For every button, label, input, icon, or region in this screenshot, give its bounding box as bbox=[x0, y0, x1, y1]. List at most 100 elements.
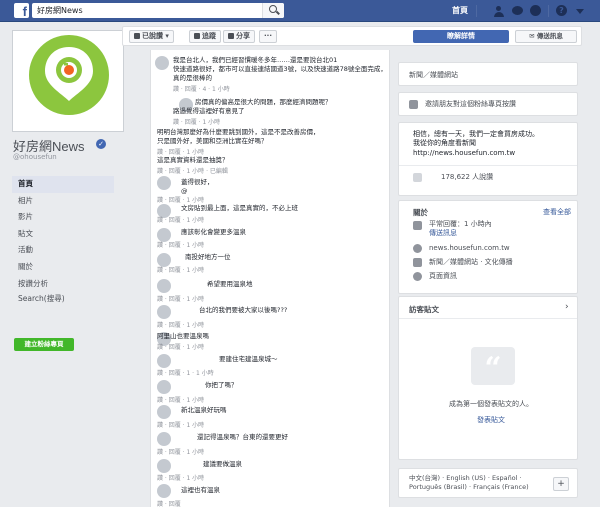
language-list[interactable]: 中文(台灣) · English (US) · Español · Portug… bbox=[409, 474, 549, 492]
page-handle[interactable]: @ohousefun bbox=[13, 153, 57, 161]
avatar[interactable] bbox=[157, 305, 171, 319]
comment-meta[interactable]: 讚 · 回覆 · 1 小時 bbox=[157, 240, 204, 249]
avatar[interactable] bbox=[157, 176, 171, 190]
verified-badge-icon: ✓ bbox=[96, 139, 106, 149]
divider bbox=[399, 318, 577, 319]
add-language-button[interactable]: + bbox=[553, 477, 569, 491]
facebook-logo-icon[interactable]: f bbox=[14, 3, 29, 18]
avatar[interactable] bbox=[157, 432, 171, 446]
page-category[interactable]: 新聞／媒體網站 bbox=[409, 70, 458, 80]
help-icon[interactable] bbox=[556, 5, 568, 17]
website-link[interactable]: news.housefun.com.tw bbox=[429, 244, 510, 253]
info-icon bbox=[413, 272, 422, 281]
location-pin-logo-icon bbox=[45, 47, 93, 101]
category-link[interactable]: 新聞／媒體網站 · 文化傳播 bbox=[429, 258, 513, 267]
comment-text: 快速道路很好，都市可以直接連結國道3號，以及快速道路78號全面完成，真的是很棒的 bbox=[173, 65, 387, 82]
avatar[interactable] bbox=[157, 459, 171, 473]
messages-icon[interactable] bbox=[512, 5, 524, 17]
comment-meta[interactable]: 讚 · 回覆 bbox=[157, 499, 181, 507]
search-button[interactable] bbox=[262, 3, 284, 18]
comment-text: 新北溫泉好玩嗎 bbox=[181, 406, 227, 414]
avatar[interactable] bbox=[157, 279, 171, 293]
about-summary-card: 相信，總有一天，我們一定會買房成功。 我從你的角度看新聞 http://news… bbox=[398, 122, 578, 196]
share-button[interactable]: 分享 bbox=[223, 30, 255, 43]
nav-item-videos[interactable]: 影片 bbox=[12, 209, 114, 226]
nav-item-search[interactable]: Search(搜尋) bbox=[12, 292, 114, 318]
comment-meta[interactable]: 讚 · 回覆 · 1 小時 bbox=[157, 215, 204, 224]
more-button[interactable]: ··· bbox=[259, 30, 277, 43]
top-bar: f 好房網News 首頁 bbox=[0, 0, 600, 22]
create-page-button[interactable]: 建立粉絲專頁 bbox=[14, 338, 74, 351]
about-line: 我從你的角度看新聞 bbox=[413, 139, 476, 147]
profile-picture[interactable] bbox=[12, 30, 124, 132]
send-message-button[interactable]: ✉ 傳送訊息 bbox=[515, 30, 577, 43]
comment-meta[interactable]: 讚 · 回覆 · 1 小時 bbox=[173, 117, 220, 126]
visitor-posts-card: 訪客貼文 › “ 成為第一個發表貼文的人。 發表貼文 bbox=[398, 296, 578, 460]
likes-count[interactable]: 178,622 人說讚 bbox=[441, 173, 493, 182]
invite-friends-link[interactable]: 邀請朋友對這個粉絲專頁按讚 bbox=[425, 100, 516, 109]
comment-text: 南投好地方一位 bbox=[185, 253, 231, 261]
account-menu-icon[interactable] bbox=[574, 5, 586, 17]
comment-text: 應該彰化會變更多溫泉 bbox=[181, 228, 246, 236]
avatar[interactable] bbox=[155, 56, 169, 70]
avatar[interactable] bbox=[157, 380, 171, 394]
learn-more-button[interactable]: 瞭解詳情 bbox=[413, 30, 509, 43]
visitor-posts-heading: 訪客貼文 bbox=[409, 305, 439, 314]
website-url[interactable]: http://news.housefun.com.tw bbox=[413, 149, 515, 158]
language-card: 中文(台灣) · English (US) · Español · Portug… bbox=[398, 468, 578, 498]
comment-meta[interactable]: 讚 · 回覆 · 1 小時 · 已編輯 bbox=[157, 166, 228, 175]
quote-icon: “ bbox=[471, 347, 515, 386]
comment-meta[interactable]: 讚 · 回覆 · 1 小時 bbox=[157, 342, 204, 351]
nav-home-link[interactable]: 首頁 bbox=[452, 4, 468, 18]
message-bubble-icon bbox=[413, 221, 422, 230]
liked-button[interactable]: 已說讚 ▾ bbox=[129, 30, 174, 43]
comment-text: 明明台灣那麼好為什麼要跳到國外，這是不是改善房價， bbox=[157, 128, 320, 136]
nav-item-about[interactable]: 關於 bbox=[12, 259, 114, 276]
nav-item-events[interactable]: 活動 bbox=[12, 242, 114, 259]
search-input[interactable]: 好房網News bbox=[32, 3, 284, 18]
rss-icon bbox=[194, 33, 200, 39]
category-card: 新聞／媒體網站 bbox=[398, 62, 578, 86]
brand-logo-disk bbox=[29, 35, 109, 115]
comment-meta[interactable]: 讚 · 回覆 · 1 小時 bbox=[157, 147, 204, 156]
nav-item-photos[interactable]: 相片 bbox=[12, 193, 114, 210]
page-action-bar: 已說讚 ▾ 追蹤 分享 ··· 瞭解詳情 ✉ 傳送訊息 bbox=[122, 26, 582, 46]
send-message-link[interactable]: 傳送訊息 bbox=[429, 229, 457, 238]
comment-meta[interactable]: 讚 · 回覆 · 1 小時 bbox=[157, 265, 204, 274]
comment-feed: 我是台北人，我們已經習慣暖冬多年……還是要說台北01 快速道路很好，都市可以直接… bbox=[150, 50, 390, 507]
nav-item-posts[interactable]: 貼文 bbox=[12, 226, 114, 243]
comment-meta[interactable]: 讚 · 回覆 · 1 小時 bbox=[157, 195, 204, 204]
friend-requests-icon[interactable] bbox=[494, 5, 506, 17]
comment-meta[interactable]: 讚 · 回覆 · 1 小時 bbox=[157, 473, 204, 482]
nav-divider bbox=[476, 5, 477, 17]
chevron-right-icon[interactable]: › bbox=[565, 302, 569, 312]
comment-text: 建議要做溫泉 bbox=[203, 460, 242, 468]
page-info-link[interactable]: 頁面資訊 bbox=[429, 272, 457, 281]
divider bbox=[399, 165, 577, 166]
add-friend-icon bbox=[409, 100, 418, 109]
nav-item-insights[interactable]: 按讚分析 bbox=[12, 276, 114, 293]
avatar[interactable] bbox=[157, 405, 171, 419]
search-icon bbox=[269, 5, 277, 13]
comment-meta[interactable]: 讚 · 回覆 · 1 小時 bbox=[157, 320, 204, 329]
write-post-link[interactable]: 發表貼文 bbox=[477, 416, 505, 425]
comment-text: 這裡也有溫泉 bbox=[181, 486, 220, 494]
nav-item-home[interactable]: 首頁 bbox=[12, 176, 114, 193]
notifications-icon[interactable] bbox=[530, 5, 542, 17]
comment-text: 阿里山也要溫泉嗎 bbox=[157, 332, 209, 340]
response-time: 平常回覆：1 小時內 bbox=[429, 220, 492, 228]
comment-meta[interactable]: 讚 · 回覆 · 1 小時 bbox=[157, 395, 204, 404]
avatar[interactable] bbox=[157, 354, 171, 368]
avatar[interactable] bbox=[157, 484, 171, 498]
comment-text: 文房貼到最上面，這是真實的，不必上班 bbox=[181, 204, 298, 212]
comment-text: 台北的我們要被大家以後嗎??? bbox=[199, 306, 288, 314]
likes-icon bbox=[413, 173, 422, 182]
comment-meta[interactable]: 讚 · 回覆 · 1 小時 bbox=[157, 420, 204, 429]
comment-meta[interactable]: 讚 · 回覆 · 1 小時 bbox=[157, 294, 204, 303]
comment-meta[interactable]: 讚 · 回覆 · 4 · 1 小時 bbox=[173, 84, 230, 93]
see-all-link[interactable]: 查看全部 bbox=[543, 207, 571, 217]
comment-meta[interactable]: 讚 · 回覆 · 1 · 1 小時 bbox=[157, 368, 214, 377]
comment-text: 要建住宅建溫泉城～ bbox=[219, 355, 278, 363]
comment-meta[interactable]: 讚 · 回覆 · 1 小時 bbox=[157, 447, 204, 456]
follow-button[interactable]: 追蹤 bbox=[189, 30, 221, 43]
